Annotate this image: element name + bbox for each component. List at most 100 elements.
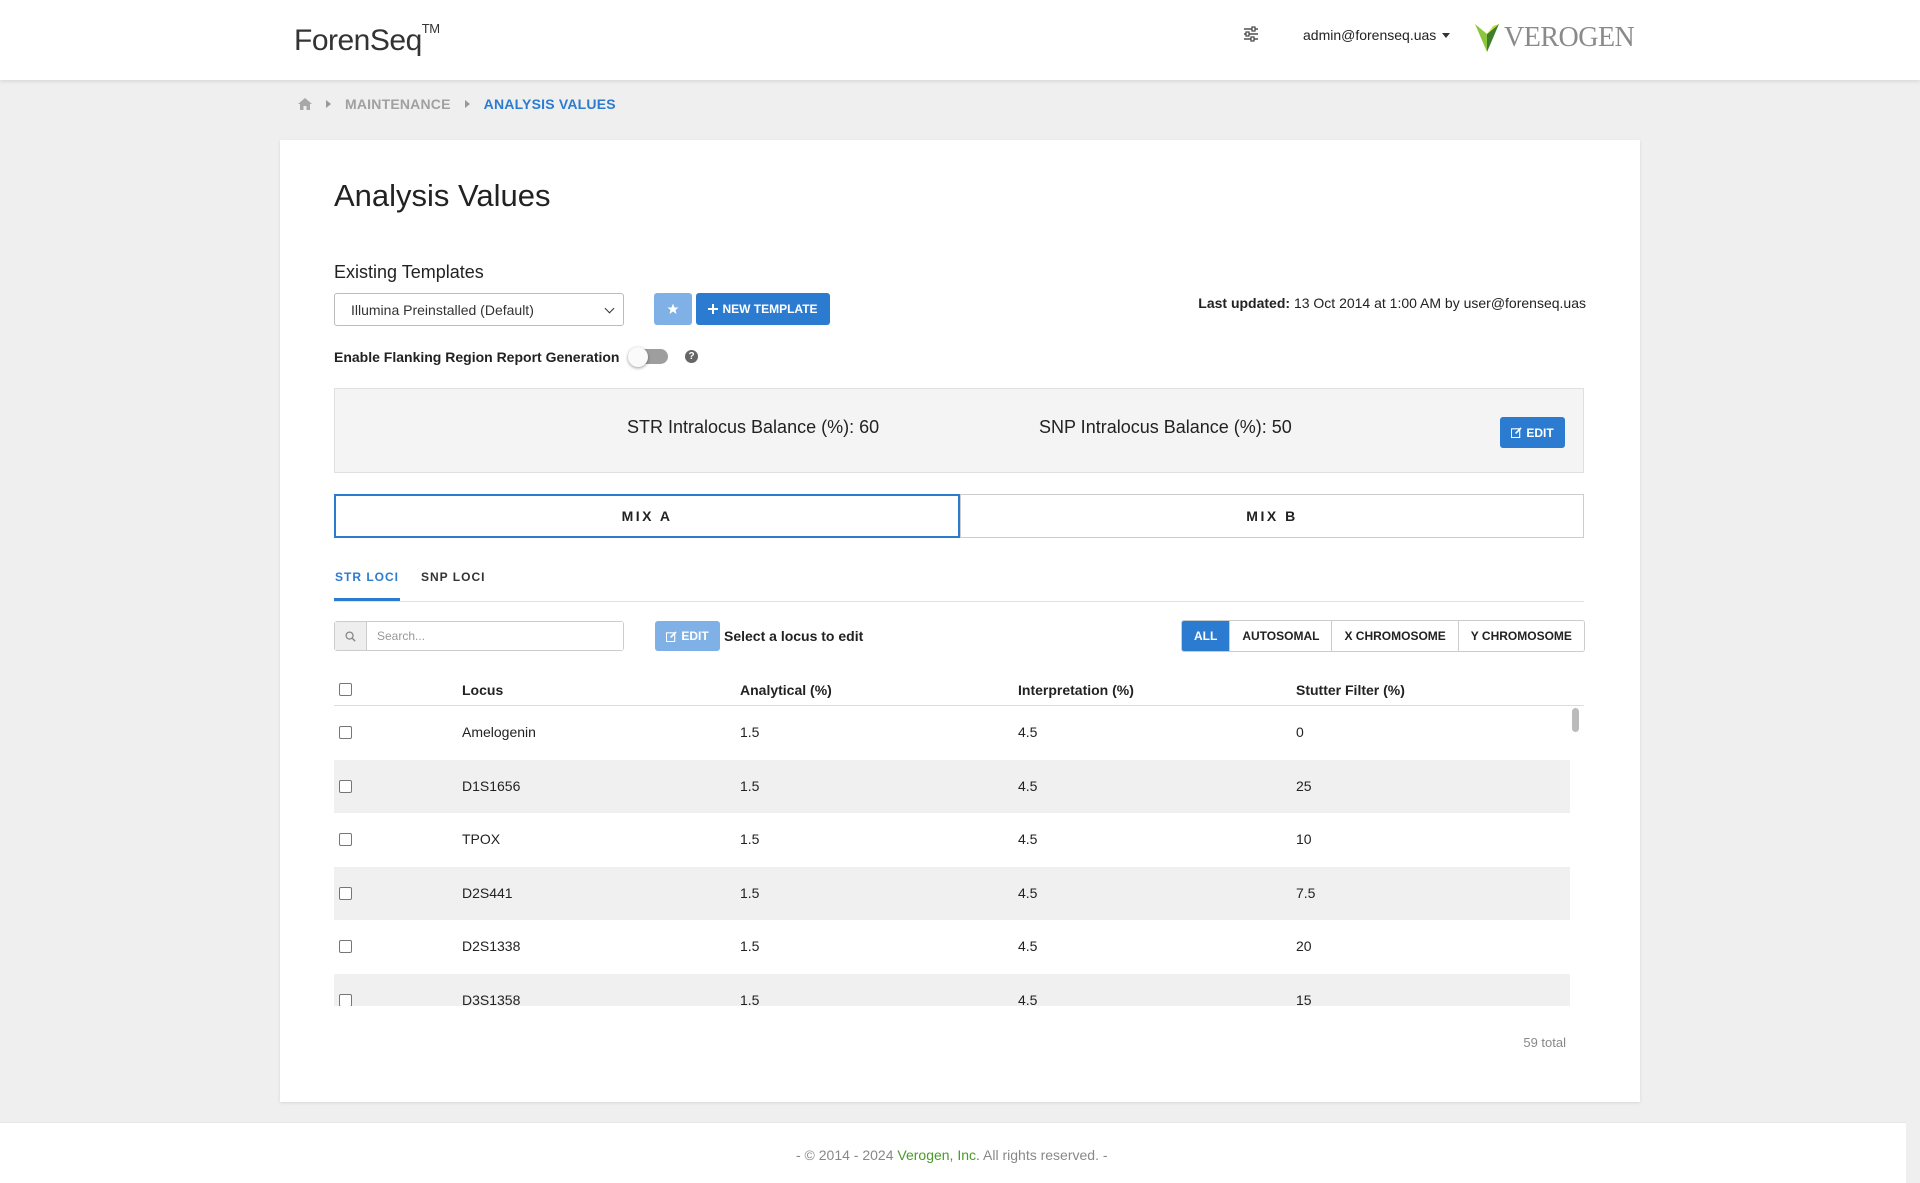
analytical-cell: 1.5 bbox=[740, 938, 760, 954]
table-row[interactable]: D3S1358 1.5 4.5 15 bbox=[334, 973, 1570, 1007]
locus-cell: TPOX bbox=[462, 831, 501, 847]
locus-cell: Amelogenin bbox=[462, 724, 536, 740]
footer: - © 2014 - 2024 Verogen, Inc. All rights… bbox=[0, 1122, 1906, 1183]
edit-icon bbox=[666, 630, 677, 642]
chevron-down-icon bbox=[604, 303, 615, 314]
stutter-filter-cell: 20 bbox=[1296, 938, 1312, 954]
row-checkbox[interactable] bbox=[339, 833, 352, 846]
row-checkbox[interactable] bbox=[339, 779, 352, 793]
interpretation-cell: 4.5 bbox=[1018, 884, 1038, 901]
verogen-link[interactable]: Verogen, Inc. bbox=[897, 1147, 980, 1163]
star-icon bbox=[667, 303, 679, 314]
analytical-cell: 1.5 bbox=[740, 831, 760, 847]
column-header-interpretation[interactable]: Interpretation (%) bbox=[1018, 682, 1134, 698]
loci-tabs: STR LOCI SNP LOCI bbox=[334, 562, 1584, 602]
edit-icon bbox=[1511, 427, 1522, 438]
interpretation-cell: 4.5 bbox=[1018, 991, 1038, 1007]
table-body: Amelogenin 1.5 4.5 0 D1S1656 1.5 4.5 25 TPOX 1.5 4… bbox=[334, 706, 1584, 1006]
row-checkbox[interactable] bbox=[339, 993, 352, 1006]
row-checkbox[interactable] bbox=[339, 886, 352, 900]
snp-intralocus-balance: SNP Intralocus Balance (%): 50 bbox=[1039, 417, 1292, 437]
toggle-knob bbox=[628, 347, 648, 367]
logo-text: VEROGEN bbox=[1504, 22, 1635, 53]
chromosome-filter-group: ALL AUTOSOMAL X CHROMOSOME Y CHROMOSOME bbox=[1181, 620, 1585, 652]
locus-cell: D2S1338 bbox=[462, 938, 521, 954]
plus-icon bbox=[708, 304, 719, 314]
tab-snp-loci[interactable]: SNP LOCI bbox=[421, 570, 485, 584]
brand-logo[interactable]: ForenSeqTM bbox=[294, 21, 440, 58]
tab-mix-b[interactable]: MIX B bbox=[960, 494, 1584, 538]
interpretation-cell: 4.5 bbox=[1018, 777, 1038, 794]
filter-autosomal-button[interactable]: AUTOSOMAL bbox=[1229, 621, 1332, 651]
stutter-filter-cell: 25 bbox=[1296, 777, 1312, 794]
template-select-value: Illumina Preinstalled (Default) bbox=[351, 301, 534, 318]
tab-str-loci[interactable]: STR LOCI bbox=[335, 570, 399, 584]
table-row[interactable]: D2S1338 1.5 4.5 20 bbox=[334, 920, 1570, 973]
top-navbar: ForenSeqTM admin@forenseq.uas VEROGEN bbox=[0, 0, 1920, 80]
interpretation-cell: 4.5 bbox=[1018, 831, 1038, 847]
sliders-icon[interactable] bbox=[1242, 25, 1260, 43]
row-checkbox[interactable] bbox=[339, 726, 352, 739]
edit-balance-button[interactable]: EDIT bbox=[1500, 417, 1565, 448]
tab-mix-a[interactable]: MIX A bbox=[334, 494, 960, 538]
interpretation-cell: 4.5 bbox=[1018, 938, 1038, 954]
question-circle-icon[interactable]: ? bbox=[685, 350, 698, 363]
table-row[interactable]: Amelogenin 1.5 4.5 0 bbox=[334, 706, 1570, 759]
breadcrumb-maintenance[interactable]: MAINTENANCE bbox=[345, 96, 451, 112]
table-header: Locus Analytical (%) Interpretation (%) … bbox=[334, 676, 1584, 706]
active-tab-indicator bbox=[334, 598, 400, 601]
caret-down-icon bbox=[1442, 32, 1451, 38]
edit-locus-button[interactable]: EDIT bbox=[655, 621, 720, 651]
home-icon[interactable] bbox=[298, 98, 312, 110]
table-row[interactable]: D2S441 1.5 4.5 7.5 bbox=[334, 866, 1570, 920]
templates-label: Existing Templates bbox=[334, 262, 484, 282]
locus-cell: D3S1358 bbox=[462, 991, 521, 1007]
filter-all-button[interactable]: ALL bbox=[1182, 621, 1230, 651]
search-icon bbox=[345, 630, 356, 642]
search-icon-addon bbox=[335, 622, 367, 650]
filter-x-chromosome-button[interactable]: X CHROMOSOME bbox=[1331, 621, 1458, 651]
breadcrumb: MAINTENANCE ANALYSIS VALUES bbox=[298, 96, 616, 112]
str-intralocus-balance: STR Intralocus Balance (%): 60 bbox=[627, 417, 880, 437]
chevron-right-icon bbox=[326, 100, 331, 108]
stutter-filter-cell: 10 bbox=[1296, 831, 1312, 847]
new-template-button[interactable]: NEW TEMPLATE bbox=[696, 293, 830, 325]
table-scrollbar[interactable] bbox=[1570, 706, 1582, 1006]
filter-y-chromosome-button[interactable]: Y CHROMOSOME bbox=[1457, 621, 1584, 651]
verogen-leaf-icon bbox=[1475, 24, 1499, 52]
page-title: Analysis Values bbox=[334, 178, 551, 213]
analytical-cell: 1.5 bbox=[740, 884, 760, 901]
column-header-stutter-filter[interactable]: Stutter Filter (%) bbox=[1296, 682, 1405, 698]
table-row[interactable]: TPOX 1.5 4.5 10 bbox=[334, 813, 1570, 866]
column-header-analytical[interactable]: Analytical (%) bbox=[740, 682, 832, 698]
breadcrumb-current: ANALYSIS VALUES bbox=[483, 96, 616, 112]
stutter-filter-cell: 7.5 bbox=[1296, 884, 1316, 901]
user-menu-dropdown[interactable]: admin@forenseq.uas bbox=[1303, 27, 1451, 43]
row-checkbox[interactable] bbox=[339, 940, 352, 953]
analytical-cell: 1.5 bbox=[740, 991, 760, 1007]
locus-cell: D2S441 bbox=[462, 884, 513, 901]
mix-tabs: MIX A MIX B bbox=[334, 494, 1584, 538]
last-updated: Last updated: 13 Oct 2014 at 1:00 AM by … bbox=[1198, 295, 1586, 311]
set-default-button[interactable] bbox=[654, 293, 692, 325]
search-input[interactable] bbox=[367, 622, 623, 650]
chevron-right-icon bbox=[464, 100, 470, 108]
flanking-label: Enable Flanking Region Report Generation bbox=[334, 349, 620, 365]
select-all-checkbox[interactable] bbox=[339, 683, 352, 696]
analytical-cell: 1.5 bbox=[740, 777, 760, 794]
select-locus-hint: Select a locus to edit bbox=[724, 628, 864, 644]
template-select[interactable]: Illumina Preinstalled (Default) bbox=[334, 293, 624, 326]
scroll-thumb[interactable] bbox=[1572, 708, 1579, 732]
intralocus-balance-panel: STR Intralocus Balance (%): 60 SNP Intra… bbox=[334, 388, 1584, 473]
column-header-locus[interactable]: Locus bbox=[462, 682, 503, 698]
flanking-toggle[interactable] bbox=[628, 347, 668, 367]
search-box bbox=[334, 621, 624, 651]
verogen-logo: VEROGEN bbox=[1474, 22, 1635, 54]
locus-cell: D1S1656 bbox=[462, 777, 521, 794]
analytical-cell: 1.5 bbox=[740, 724, 760, 740]
interpretation-cell: 4.5 bbox=[1018, 724, 1038, 740]
table-row[interactable]: D1S1656 1.5 4.5 25 bbox=[334, 759, 1570, 813]
main-card: Analysis Values Existing Templates Illum… bbox=[280, 140, 1640, 1102]
total-count: 59 total bbox=[1523, 1035, 1566, 1050]
stutter-filter-cell: 0 bbox=[1296, 724, 1304, 740]
